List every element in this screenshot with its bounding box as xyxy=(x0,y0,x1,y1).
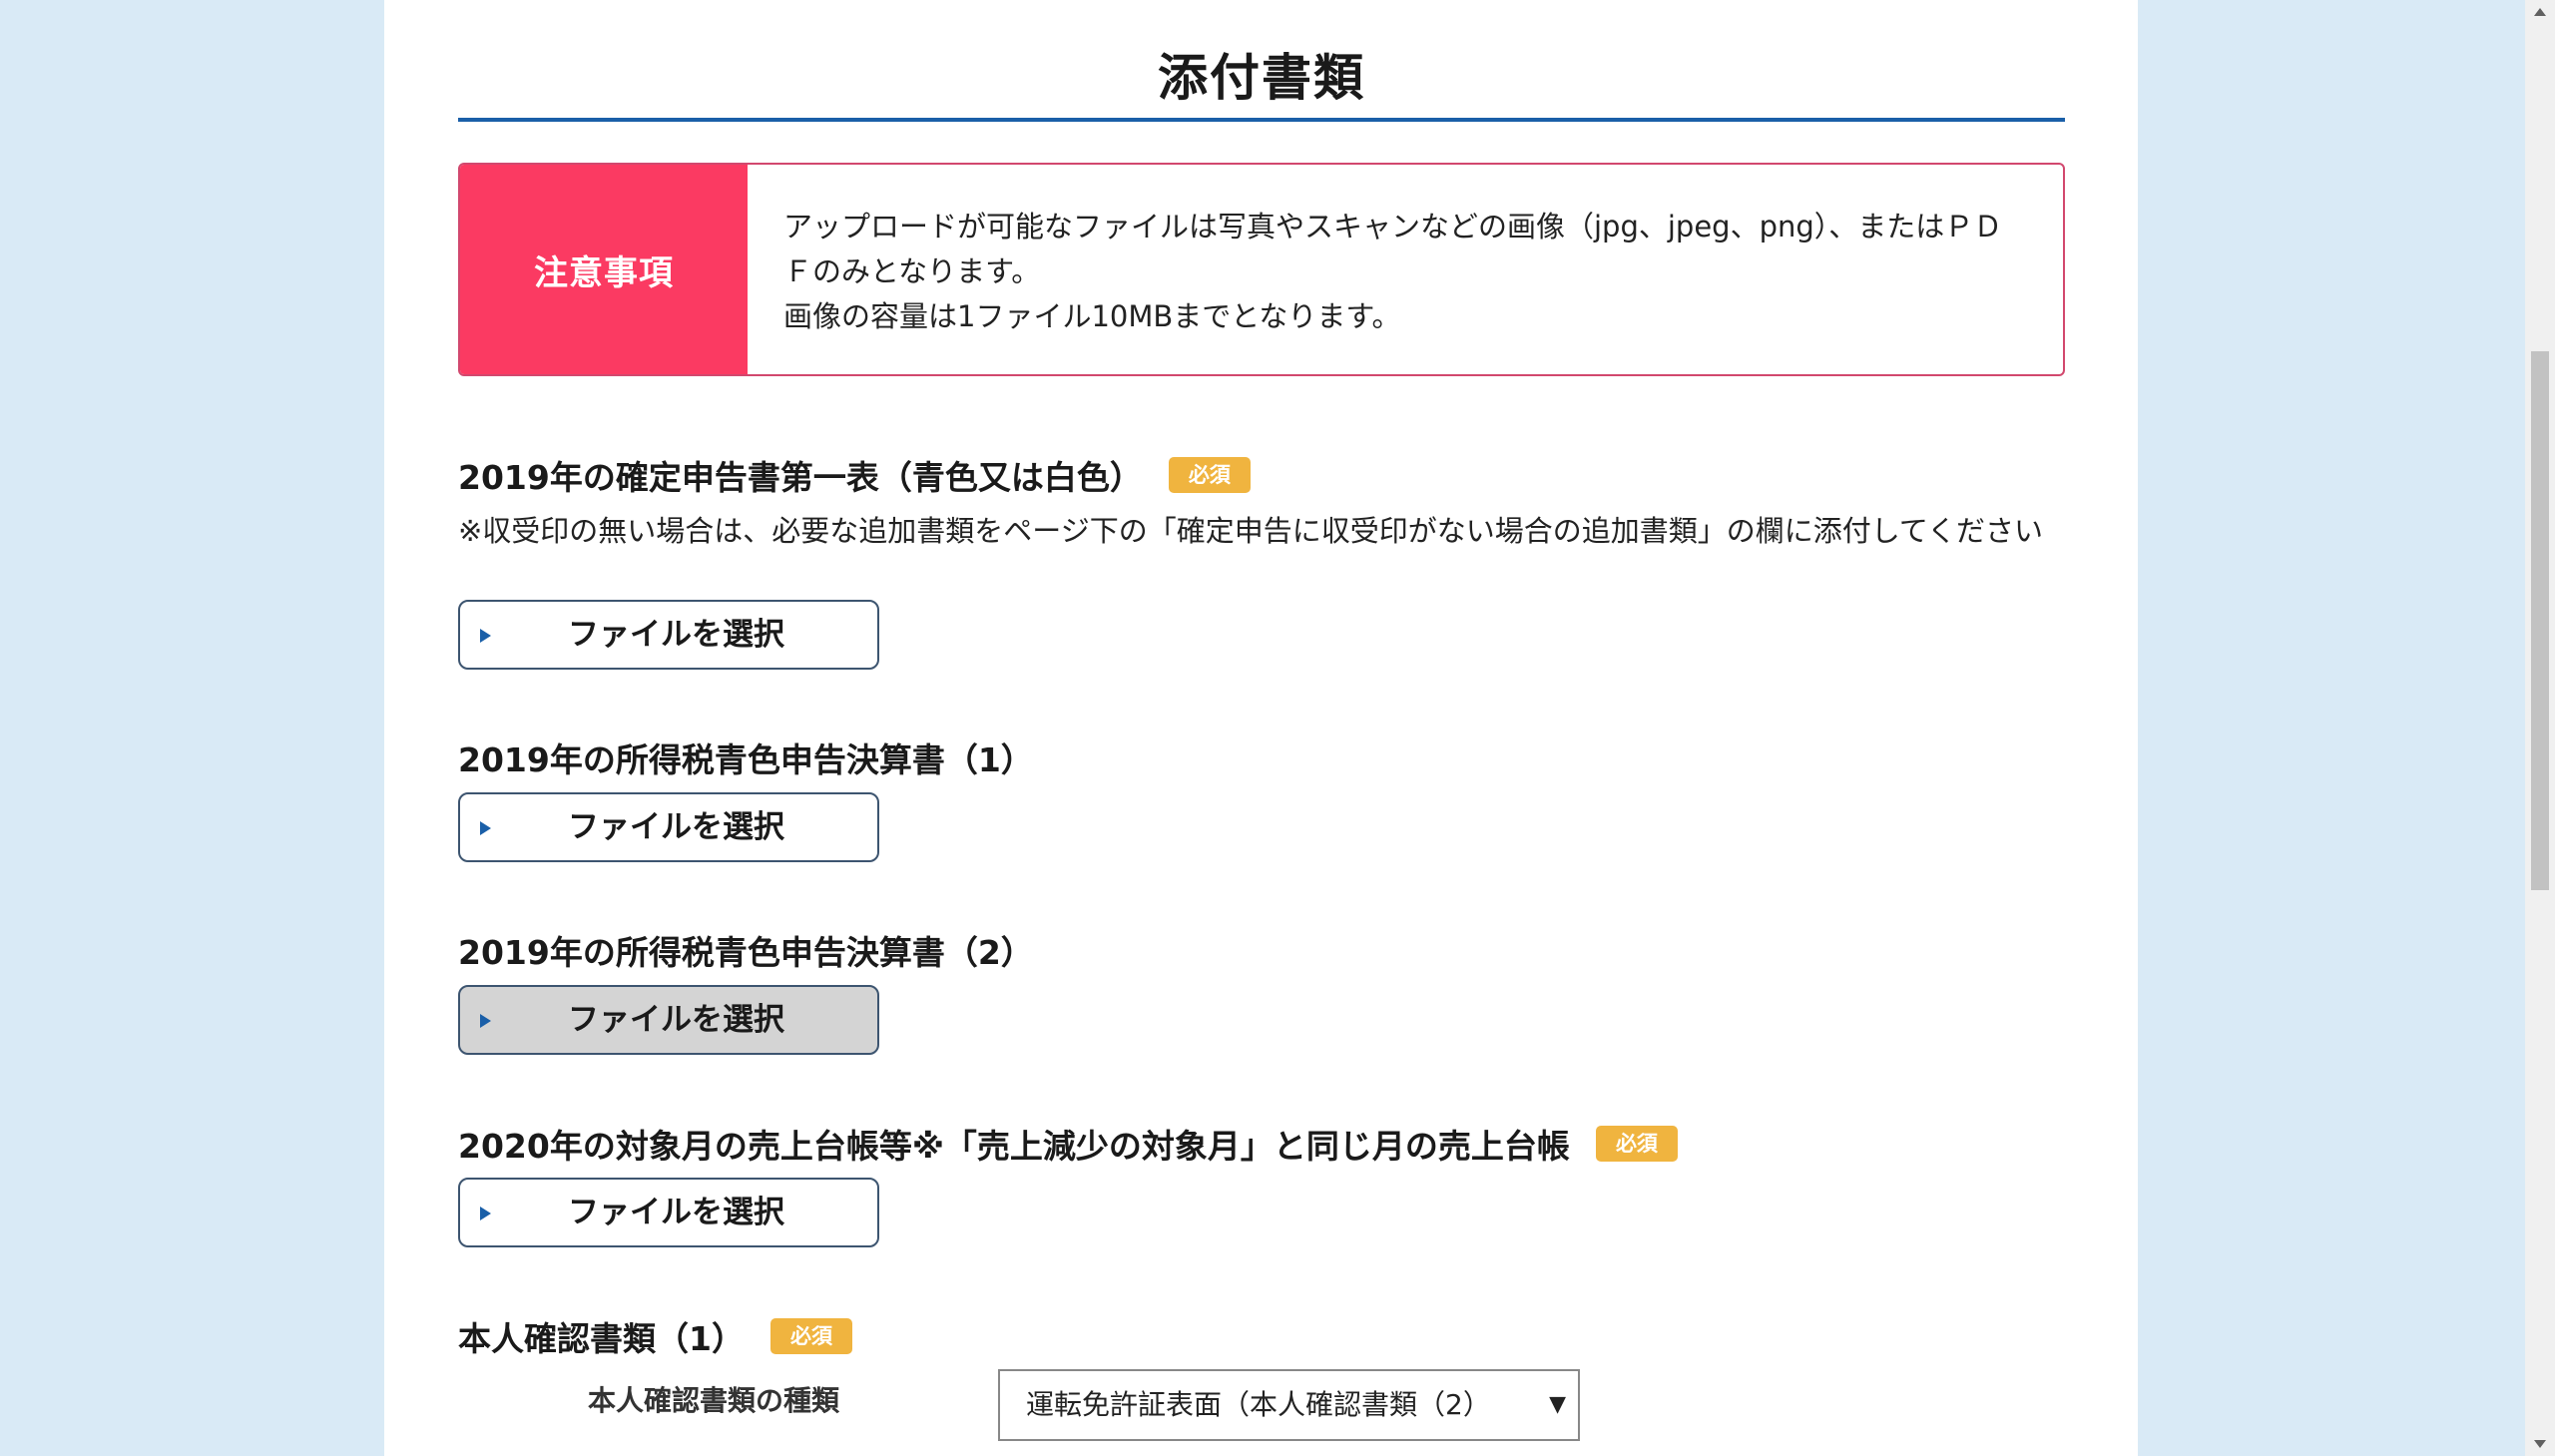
notice-text-file-size: 画像の容量は1ファイル10MBまでとなります。 xyxy=(783,299,1401,333)
id-doc-type-label: 本人確認書類の種類 xyxy=(588,1384,840,1417)
main-content-panel: 添付書類 注意事項 アップロードが可能なファイルは写真やスキャンなどの画像（jp… xyxy=(384,0,2138,1456)
section-title-blue-return-2: 2019年の所得税青色申告決算書（2） xyxy=(458,926,1034,974)
section-note-stamp: ※収受印の無い場合は、必要な追加書類をページ下の「確定申告に収受印がない場合の追… xyxy=(458,514,2043,548)
file-select-button-label: ファイルを選択 xyxy=(568,1195,784,1230)
required-badge: 必須 xyxy=(1595,1126,1678,1162)
id-doc-type-select[interactable]: 運転免許証表面（本人確認書類（2） ▼ xyxy=(998,1369,1580,1441)
notice-body: アップロードが可能なファイルは写真やスキャンなどの画像（jpg、jpeg、png… xyxy=(748,165,2063,374)
section-title-sales-ledger: 2020年の対象月の売上台帳等※「売上減少の対象月」と同じ月の売上台帳 必須 xyxy=(458,1120,1678,1168)
page-title: 添付書類 xyxy=(1158,49,1365,107)
section-title-text: 本人確認書類（1） xyxy=(458,1319,745,1358)
play-arrow-icon xyxy=(480,1014,491,1028)
file-select-button-label: ファイルを選択 xyxy=(568,809,784,845)
dropdown-arrow-icon: ▼ xyxy=(1549,1392,1566,1417)
scroll-down-arrow-icon[interactable] xyxy=(2534,1440,2546,1448)
file-select-button-tax-return-form1[interactable]: ファイルを選択 xyxy=(458,600,879,670)
section-title-id-doc-1: 本人確認書類（1） 必須 xyxy=(458,1312,852,1360)
section-title-text: 2019年の所得税青色申告決算書（2） xyxy=(458,933,1034,972)
notice-box: 注意事項 アップロードが可能なファイルは写真やスキャンなどの画像（jpg、jpe… xyxy=(458,163,2065,376)
file-select-button-blue-return-1[interactable]: ファイルを選択 xyxy=(458,792,879,862)
section-title-blue-return-1: 2019年の所得税青色申告決算書（1） xyxy=(458,733,1034,781)
id-doc-type-selected-value: 運転免許証表面（本人確認書類（2） xyxy=(1026,1388,1491,1421)
scroll-up-arrow-icon[interactable] xyxy=(2534,8,2546,16)
file-select-button-blue-return-2[interactable]: ファイルを選択 xyxy=(458,985,879,1055)
required-badge: 必須 xyxy=(1168,457,1251,493)
section-title-tax-return-form1: 2019年の確定申告書第一表（青色又は白色） 必須 xyxy=(458,451,1251,499)
notice-label: 注意事項 xyxy=(460,165,748,374)
scrollbar-thumb[interactable] xyxy=(2531,351,2549,890)
section-title-text: 2020年の対象月の売上台帳等※「売上減少の対象月」と同じ月の売上台帳 xyxy=(458,1127,1570,1166)
required-badge: 必須 xyxy=(769,1318,852,1354)
play-arrow-icon xyxy=(480,1207,491,1220)
section-title-text: 2019年の確定申告書第一表（青色又は白色） xyxy=(458,458,1143,497)
file-select-button-label: ファイルを選択 xyxy=(568,1002,784,1038)
notice-text-file-types: アップロードが可能なファイルは写真やスキャンなどの画像（jpg、jpeg、png… xyxy=(783,210,2003,288)
play-arrow-icon xyxy=(480,629,491,643)
play-arrow-icon xyxy=(480,821,491,835)
section-title-text: 2019年の所得税青色申告決算書（1） xyxy=(458,740,1034,779)
file-select-button-sales-ledger[interactable]: ファイルを選択 xyxy=(458,1178,879,1247)
file-select-button-label: ファイルを選択 xyxy=(568,617,784,653)
vertical-scrollbar[interactable] xyxy=(2525,0,2555,1456)
title-divider xyxy=(458,118,2065,122)
